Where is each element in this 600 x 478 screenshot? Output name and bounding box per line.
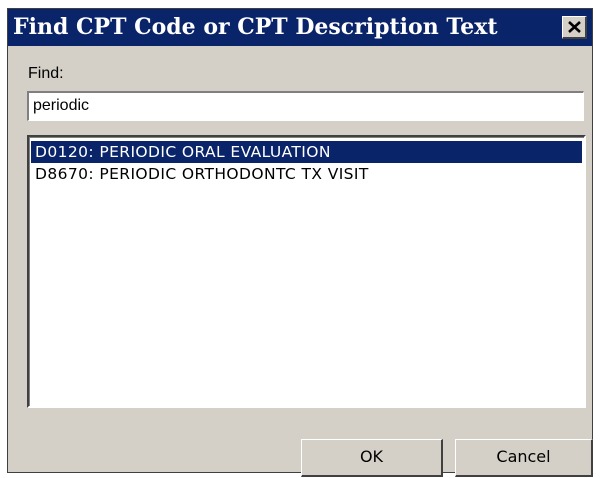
- list-item[interactable]: D8670: PERIODIC ORTHODONTC TX VISIT: [31, 163, 582, 185]
- find-input[interactable]: periodic: [27, 91, 584, 121]
- title-bar[interactable]: Find CPT Code or CPT Description Text: [8, 9, 592, 46]
- list-item[interactable]: D0120: PERIODIC ORAL EVALUATION: [31, 141, 582, 163]
- cancel-button[interactable]: Cancel: [455, 439, 593, 477]
- close-button[interactable]: [562, 16, 587, 39]
- find-label: Find:: [28, 65, 64, 82]
- ok-button[interactable]: OK: [301, 439, 443, 477]
- close-icon: [568, 21, 581, 33]
- find-cpt-dialog: Find CPT Code or CPT Description Text Fi…: [7, 8, 593, 477]
- results-listbox[interactable]: D0120: PERIODIC ORAL EVALUATION D8670: P…: [27, 135, 586, 408]
- dialog-title: Find CPT Code or CPT Description Text: [13, 14, 498, 40]
